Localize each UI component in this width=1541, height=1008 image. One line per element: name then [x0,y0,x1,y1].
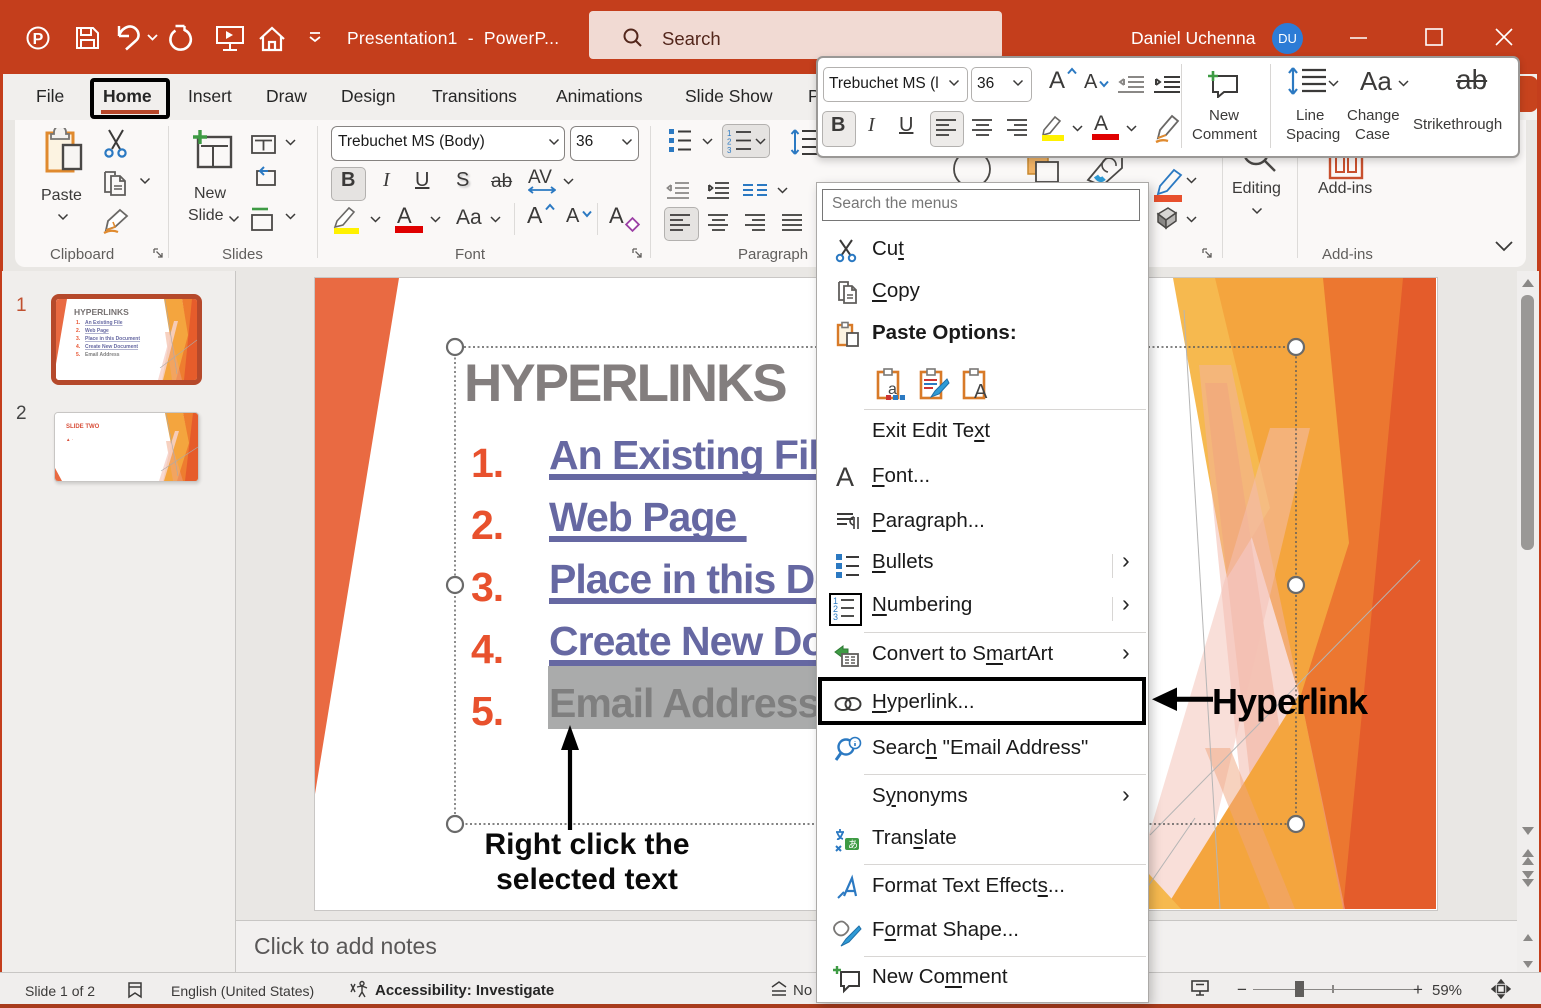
svg-text:3.: 3. [76,336,81,342]
svg-text:A: A [974,381,988,402]
svg-text:3: 3 [727,146,732,154]
svg-text:3: 3 [833,612,838,621]
svg-text:P: P [33,31,44,48]
svg-text:Email Address: Email Address [85,352,120,358]
svg-text:Web Page: Web Page [85,328,109,334]
svg-text:SLIDE TWO: SLIDE TWO [66,424,100,430]
svg-text:あ: あ [848,839,858,851]
svg-text:4.: 4. [76,344,81,350]
svg-text:2.: 2. [76,328,81,334]
svg-text:An Existing File: An Existing File [85,320,123,326]
svg-text:HYPERLINKS: HYPERLINKS [74,307,129,317]
svg-text:Place in this Document: Place in this Document [85,336,140,342]
svg-text:Create New Document: Create New Document [85,344,138,350]
svg-text:▲ ·: ▲ · [66,437,73,442]
svg-text:1.: 1. [76,320,81,326]
svg-text:5.: 5. [76,352,81,358]
